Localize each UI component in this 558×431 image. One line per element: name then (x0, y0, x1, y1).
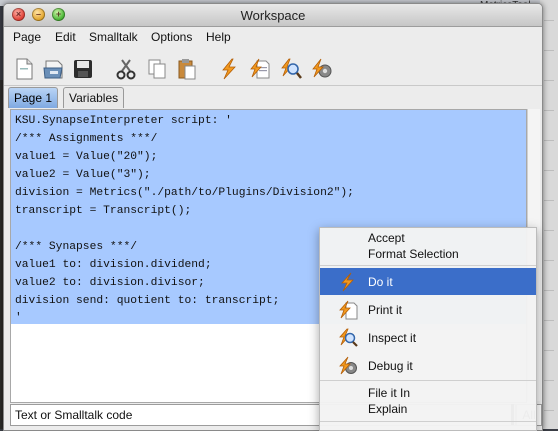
toolbar (4, 51, 542, 86)
code-line: value2 to: division.divisor; (15, 277, 205, 289)
print-it-icon (339, 300, 358, 320)
background-window-lines (544, 20, 554, 420)
open-icon (43, 60, 63, 79)
paste-button[interactable] (174, 56, 200, 82)
code-line: /*** Assignments ***/ (15, 133, 158, 145)
code-line: value1 = Value("20"); (15, 151, 158, 163)
debug-it-icon (339, 356, 357, 375)
do-it-icon (341, 272, 354, 292)
print-it-button[interactable] (247, 56, 273, 82)
copy-button[interactable] (144, 56, 170, 82)
menu-edit[interactable]: Edit (55, 30, 76, 44)
menu-item-label: Explain (368, 402, 408, 416)
new-page-button[interactable] (11, 56, 37, 82)
page-tabs: Page 1 Variables (4, 87, 542, 109)
new-page-icon (16, 58, 33, 80)
copy-icon (148, 59, 166, 79)
menu-page[interactable]: Page (13, 30, 41, 44)
inspect-it-button[interactable] (278, 56, 304, 82)
debug-it-icon (312, 58, 332, 78)
code-line: transcript = Transcript(); (15, 205, 192, 217)
menu-help[interactable]: Help (206, 30, 231, 44)
menu-item-label: File it In (368, 386, 411, 400)
menu-item-label: Do it (368, 275, 393, 289)
title-bar[interactable]: × – + Workspace (4, 4, 542, 27)
debug-it-button[interactable] (309, 56, 335, 82)
cut-button[interactable] (113, 56, 139, 82)
code-line: KSU.SynapseInterpreter script: ' (15, 115, 232, 127)
menu-bar: Page Edit Smalltalk Options Help (4, 27, 542, 47)
inspect-it-icon (339, 328, 358, 347)
menu-separator (320, 380, 536, 381)
menu-separator (320, 265, 536, 266)
code-line: division = Metrics("./path/to/Plugins/Di… (15, 187, 354, 199)
save-button[interactable] (70, 56, 96, 82)
context-menu: Accept Format Selection Do it Print it I… (319, 227, 537, 431)
code-line: /*** Synapses ***/ (15, 241, 138, 253)
window-title: Workspace (240, 8, 306, 23)
code-line: ' (15, 312, 22, 324)
tab-variables[interactable]: Variables (63, 87, 125, 108)
menu-separator (320, 421, 536, 422)
menu-options[interactable]: Options (151, 30, 192, 44)
menu-smalltalk[interactable]: Smalltalk (89, 30, 138, 44)
menu-item-label: Format Selection (368, 247, 459, 261)
menu-item-label: Inspect it (368, 331, 417, 345)
print-it-icon (250, 58, 270, 79)
menu-item-label: Print it (368, 303, 403, 317)
tab-page-1[interactable]: Page 1 (8, 87, 59, 108)
code-line: value2 = Value("3"); (15, 169, 151, 181)
paste-icon (178, 59, 196, 80)
cut-icon (116, 59, 136, 80)
inspect-it-icon (281, 58, 302, 79)
open-button[interactable] (41, 56, 67, 82)
menu-item-label: Debug it (368, 359, 413, 373)
save-icon (74, 60, 92, 78)
do-it-icon (222, 58, 236, 80)
code-line: division send: quotient to: transcript; (15, 295, 280, 307)
code-line: value1 to: division.dividend; (15, 259, 212, 271)
menu-item-label: Accept (368, 231, 405, 245)
do-it-button[interactable] (216, 56, 242, 82)
